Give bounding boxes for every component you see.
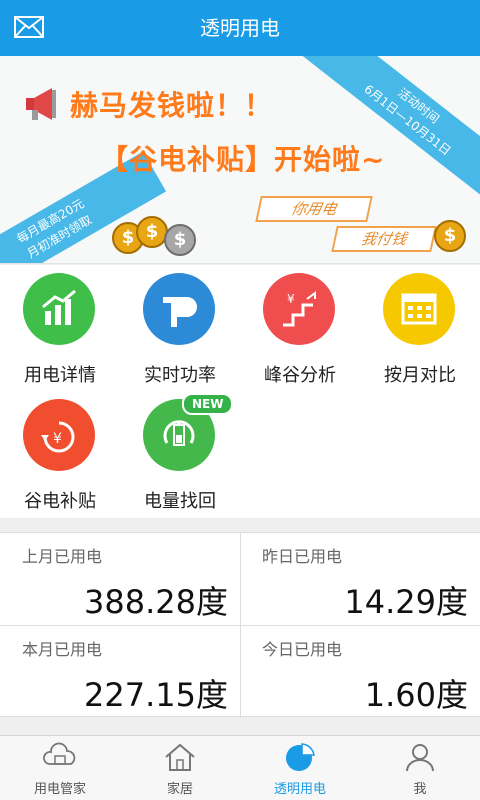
- coin-icon: $: [434, 220, 466, 252]
- yen-refresh-icon: ¥: [23, 399, 95, 471]
- feature-realtime-power[interactable]: 实时功率: [120, 265, 240, 391]
- p-logo-icon: [143, 273, 215, 345]
- stat-value: 388.28度: [84, 583, 228, 621]
- bar-chart-icon: [23, 273, 95, 345]
- calendar-icon: [383, 273, 455, 345]
- usage-stats-panel: 上月已用电 388.28度 昨日已用电 14.29度 本月已用电 227.15度…: [0, 532, 480, 718]
- tab-home[interactable]: 家居: [120, 736, 240, 800]
- stat-value: 1.60度: [364, 676, 468, 714]
- pie-icon: [286, 743, 315, 771]
- stat-today[interactable]: 今日已用电 1.60度: [240, 626, 480, 718]
- stat-value: 227.15度: [84, 676, 228, 714]
- feature-label: 按月对比: [384, 365, 456, 386]
- feature-label: 峰谷分析: [264, 365, 336, 386]
- feature-label: 用电详情: [24, 365, 96, 386]
- banner-headline: 赫马发钱啦！！: [70, 89, 274, 122]
- svg-text:¥: ¥: [53, 431, 62, 447]
- header-bar: 透明用电: [0, 0, 480, 56]
- tab-label: 透明用电: [273, 782, 326, 797]
- new-badge: NEW: [182, 393, 234, 415]
- coins-icon: $ $ $: [112, 216, 202, 256]
- stat-yesterday[interactable]: 昨日已用电 14.29度: [240, 533, 480, 625]
- tab-power-butler[interactable]: 用电管家: [0, 736, 120, 800]
- home-icon: [165, 743, 195, 771]
- tab-transparent-power[interactable]: 透明用电: [240, 736, 360, 800]
- megaphone-icon: [26, 88, 56, 120]
- promo-banner[interactable]: 活动时间 6月1日—10月31日 每月最高20元 月初准时领取 赫马发钱啦！！ …: [0, 56, 480, 264]
- activity-period-ribbon: 活动时间 6月1日—10月31日: [300, 56, 480, 209]
- peak-valley-icon: ¥: [263, 273, 335, 345]
- feature-label: 谷电补贴: [24, 491, 96, 512]
- stat-label: 今日已用电: [262, 640, 343, 659]
- user-icon: [406, 744, 434, 772]
- tab-label: 我: [413, 782, 427, 797]
- tab-label: 用电管家: [33, 782, 86, 797]
- stat-label: 上月已用电: [22, 547, 103, 566]
- tab-label: 家居: [166, 782, 193, 797]
- feature-peak-valley[interactable]: ¥ 峰谷分析: [240, 265, 360, 391]
- stat-label: 昨日已用电: [262, 547, 343, 566]
- stat-label: 本月已用电: [22, 640, 103, 659]
- feature-label: 电量找回: [144, 491, 216, 512]
- bottom-nav: 用电管家 家居 透明用电 我: [0, 735, 480, 800]
- svg-text:¥: ¥: [287, 292, 295, 306]
- stat-this-month[interactable]: 本月已用电 227.15度: [0, 626, 240, 718]
- cloud-house-icon: [43, 742, 76, 765]
- slogan-we-pay: 我付钱: [331, 226, 437, 252]
- stat-value: 14.29度: [344, 583, 468, 621]
- feature-usage-details[interactable]: 用电详情: [0, 265, 120, 391]
- tab-me[interactable]: 我: [360, 736, 480, 800]
- page-title: 透明用电: [200, 16, 280, 40]
- stat-last-month[interactable]: 上月已用电 388.28度: [0, 533, 240, 625]
- feature-valley-subsidy[interactable]: ¥ 谷电补贴: [0, 391, 120, 517]
- banner-subheadline: 【谷电补贴】开始啦~: [100, 143, 386, 176]
- feature-grid: 用电详情 实时功率 ¥ 峰谷分析 按月对比 ¥ 谷电补贴 NEW 电量找回: [0, 265, 480, 518]
- feature-label: 实时功率: [144, 365, 216, 386]
- feature-recover-power[interactable]: NEW 电量找回: [120, 391, 240, 517]
- feature-monthly-compare[interactable]: 按月对比: [360, 265, 480, 391]
- slogan-you-use: 你用电: [255, 196, 373, 222]
